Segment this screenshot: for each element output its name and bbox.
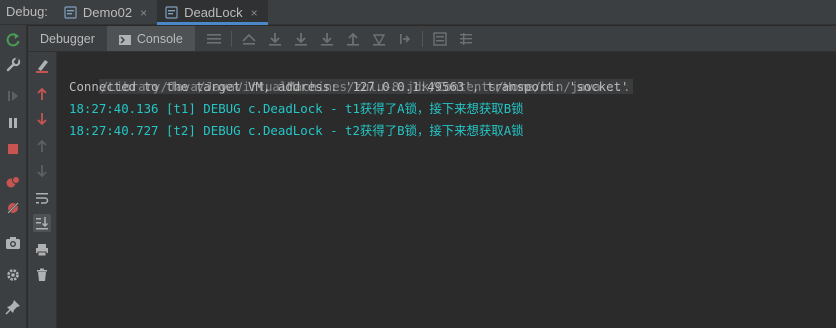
log-line: 18:27:40.727 [t2] DEBUG c.DeadLock - t2获… bbox=[69, 123, 524, 138]
console-icon bbox=[118, 34, 131, 45]
arrow-down-icon[interactable] bbox=[33, 110, 51, 128]
arrow-up-icon[interactable] bbox=[33, 85, 51, 103]
tab-console[interactable]: Console bbox=[106, 26, 195, 51]
separator bbox=[230, 30, 232, 47]
drop-frame-icon[interactable] bbox=[366, 26, 392, 52]
close-icon[interactable]: × bbox=[251, 6, 258, 20]
show-execution-point-icon[interactable] bbox=[236, 26, 262, 52]
command-line: /Library/Java/JavaVirtualMachines/zulu-8… bbox=[69, 54, 836, 94]
clear-all-icon[interactable] bbox=[33, 57, 51, 75]
camera-icon[interactable] bbox=[4, 234, 22, 252]
evaluate-expression-icon[interactable] bbox=[427, 26, 453, 52]
stop-icon[interactable] bbox=[4, 140, 22, 158]
resume-icon[interactable] bbox=[4, 87, 22, 105]
close-icon[interactable]: × bbox=[140, 6, 147, 20]
step-over-icon[interactable] bbox=[262, 26, 288, 52]
scroll-to-end-icon[interactable] bbox=[33, 214, 51, 232]
tab-demo02-label: Demo02 bbox=[82, 5, 133, 20]
step-into-icon[interactable] bbox=[288, 26, 314, 52]
tab-deadlock-label: DeadLock bbox=[184, 5, 243, 20]
tab-demo02[interactable]: Demo02 × bbox=[56, 0, 157, 25]
step-out-icon[interactable] bbox=[340, 26, 366, 52]
run-config-icon bbox=[165, 6, 178, 19]
connected-line: Connected to the target VM, address: '12… bbox=[69, 79, 629, 94]
tab-deadlock[interactable]: DeadLock × bbox=[157, 0, 268, 25]
tab-debugger-label: Debugger bbox=[40, 31, 95, 46]
debug-subtoolbar: Debugger Console bbox=[28, 26, 836, 52]
view-breakpoints-icon[interactable] bbox=[4, 173, 22, 191]
separator bbox=[421, 30, 423, 47]
run-config-icon bbox=[64, 6, 77, 19]
trash-icon[interactable] bbox=[33, 266, 51, 284]
log-line: 18:27:40.136 [t1] DEBUG c.DeadLock - t1获… bbox=[69, 101, 524, 116]
menu-lines-icon[interactable] bbox=[201, 26, 227, 52]
debug-toolbar bbox=[0, 25, 27, 328]
mute-breakpoints-icon[interactable] bbox=[4, 199, 22, 217]
tab-debugger[interactable]: Debugger bbox=[28, 26, 107, 51]
arrow-up-disabled-icon[interactable] bbox=[33, 137, 51, 155]
force-step-into-icon[interactable] bbox=[314, 26, 340, 52]
tab-console-label: Console bbox=[136, 31, 183, 46]
console-gutter bbox=[28, 52, 57, 328]
wrench-icon[interactable] bbox=[4, 56, 22, 74]
print-icon[interactable] bbox=[33, 241, 51, 259]
run-to-cursor-icon[interactable] bbox=[392, 26, 418, 52]
debug-tab-bar: Debug: Demo02 × DeadLock × bbox=[0, 0, 836, 25]
soft-wrap-icon[interactable] bbox=[33, 189, 51, 207]
console-output[interactable]: /Library/Java/JavaVirtualMachines/zulu-8… bbox=[58, 52, 836, 328]
pause-icon[interactable] bbox=[4, 114, 22, 132]
debug-label: Debug: bbox=[6, 4, 48, 19]
pin-icon[interactable] bbox=[4, 298, 22, 316]
trace-stream-icon[interactable] bbox=[453, 26, 479, 52]
rerun-icon[interactable] bbox=[4, 31, 22, 49]
settings-icon[interactable] bbox=[4, 266, 22, 284]
arrow-down-disabled-icon[interactable] bbox=[33, 162, 51, 180]
